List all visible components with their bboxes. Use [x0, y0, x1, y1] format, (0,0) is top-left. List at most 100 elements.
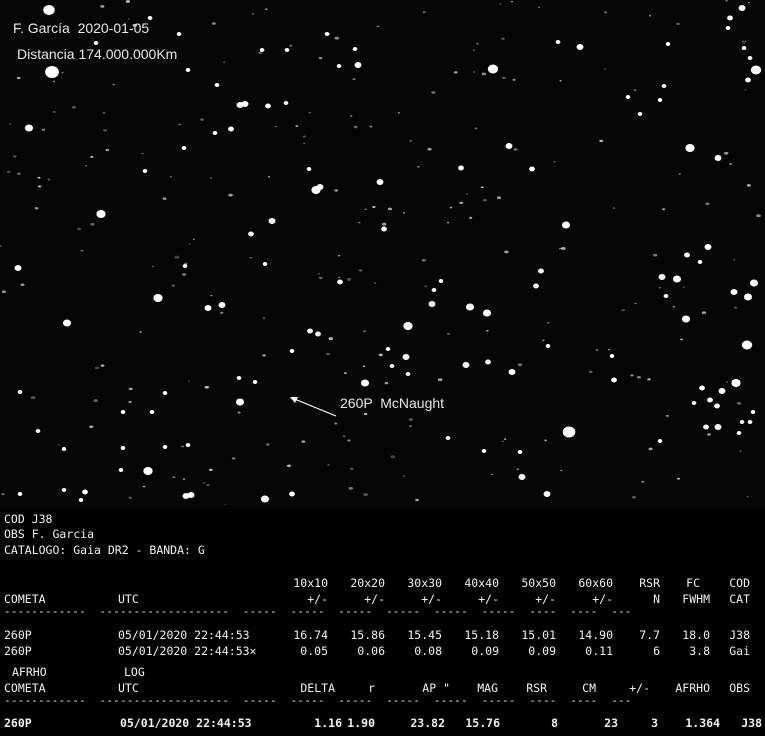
comet-label: 260P McNaught [340, 395, 445, 411]
faint-star [174, 255, 180, 259]
t2-header: DELTA [300, 681, 335, 695]
faint-star [363, 412, 368, 416]
faint-star [343, 372, 347, 374]
faint-star [12, 155, 17, 158]
star [61, 488, 67, 492]
faint-star [560, 246, 566, 250]
star [376, 179, 384, 185]
faint-star [431, 91, 436, 94]
faint-star [37, 176, 41, 179]
faint-star [362, 330, 367, 333]
star [403, 322, 413, 330]
t1-top-header: 50x50 [521, 576, 556, 590]
star [289, 491, 295, 497]
faint-star [588, 370, 593, 374]
faint-star [387, 207, 393, 211]
t1-row2-cell: 6 [653, 644, 660, 658]
faint-star [349, 115, 353, 117]
t2-header: MAG [477, 681, 498, 695]
faint-star [402, 475, 406, 477]
faint-star [547, 321, 550, 324]
star [307, 328, 313, 334]
star [43, 5, 55, 15]
star [204, 305, 212, 311]
star [465, 303, 475, 311]
faint-star [641, 480, 645, 483]
star [750, 410, 756, 414]
star [337, 279, 343, 285]
faint-star [427, 147, 432, 151]
faint-star [224, 503, 227, 505]
faint-star [701, 311, 707, 315]
faint-star [128, 496, 132, 499]
star [149, 410, 155, 414]
faint-star [16, 76, 21, 80]
star [458, 165, 464, 171]
star-field [0, 0, 765, 510]
faint-star [171, 284, 176, 287]
t1-top-header: COD [729, 576, 750, 590]
faint-star [390, 455, 396, 459]
faint-star [516, 468, 520, 471]
t1-row2-cell: 0.09 [471, 644, 499, 658]
t2-row-cell: 8 [551, 716, 558, 730]
faint-star [503, 438, 507, 440]
star [241, 101, 249, 107]
faint-star [267, 176, 271, 178]
faint-star [169, 176, 173, 178]
faint-star [746, 495, 749, 498]
faint-star [446, 332, 451, 335]
faint-star [378, 353, 383, 357]
faint-star [95, 366, 100, 370]
star [283, 101, 289, 105]
star [576, 44, 584, 50]
faint-star [381, 222, 387, 226]
faint-star [537, 6, 541, 9]
t1-separator: ------------ ------------------- ----- -… [4, 605, 632, 618]
star [306, 167, 312, 171]
star [260, 495, 270, 503]
faint-star [142, 485, 146, 488]
faint-star [303, 142, 306, 144]
star [381, 226, 387, 232]
faint-star [415, 498, 419, 502]
faint-star [141, 152, 144, 155]
faint-star [327, 33, 331, 35]
t1-header: +/- [592, 592, 613, 606]
faint-star [47, 178, 51, 181]
star [153, 294, 163, 302]
star [609, 354, 615, 358]
star [61, 447, 67, 451]
faint-star [603, 68, 606, 70]
star [718, 388, 726, 394]
faint-star [30, 396, 36, 400]
faint-star [474, 127, 478, 130]
faint-star [172, 476, 176, 479]
report-catalog-line: CATALOGO: Gaia DR2 - BANDA: G [4, 543, 205, 557]
faint-star [453, 71, 458, 74]
t1-row1-cell: 14.90 [578, 628, 613, 642]
faint-star [128, 387, 133, 391]
star [236, 376, 242, 380]
faint-star [90, 155, 94, 158]
faint-star [409, 425, 412, 427]
faint-star [465, 193, 468, 195]
star [481, 449, 487, 453]
faint-star [80, 249, 84, 252]
faint-star [676, 22, 680, 25]
star [738, 5, 746, 11]
t1-row1-cell: 18.0 [682, 628, 710, 642]
star [45, 66, 59, 78]
t1-row1-cell: 15.18 [464, 628, 499, 642]
t2-row-cell: 3 [651, 716, 658, 730]
star [661, 84, 667, 88]
t1-header: +/- [421, 592, 442, 606]
t2-row-utc: 05/01/2020 22:44:53 [120, 716, 252, 730]
faint-star [682, 286, 686, 288]
star [268, 218, 276, 224]
star [749, 279, 759, 287]
star [731, 379, 741, 387]
t2-header: OBS [729, 681, 750, 695]
faint-star [251, 13, 254, 15]
faint-star [1, 290, 6, 293]
